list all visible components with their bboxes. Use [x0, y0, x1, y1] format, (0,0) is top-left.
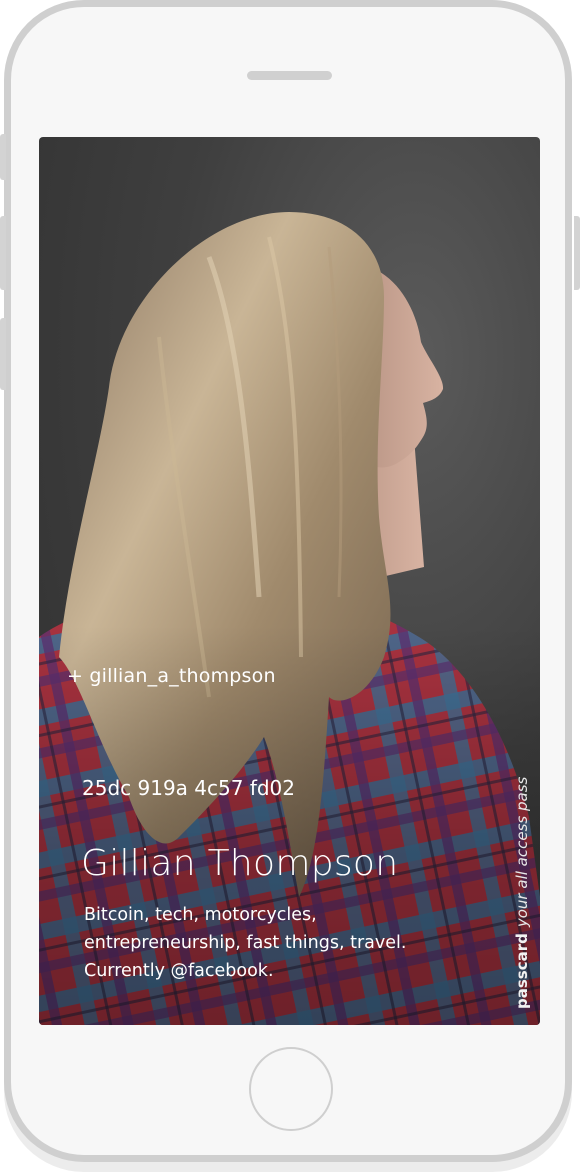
power-button — [574, 216, 580, 290]
pass-code: 25dc 919a 4c57 fd02 — [82, 776, 295, 800]
volume-up-button — [0, 216, 6, 290]
volume-down-button — [0, 318, 6, 390]
profile-name: Gillian Thompson — [81, 843, 399, 884]
brand-label: passcard your all access pass — [513, 777, 531, 1009]
profile-card: + gillian_a_thompson 25dc 919a 4c57 fd02… — [39, 137, 540, 1025]
profile-bio: Bitcoin, tech, motorcycles, entrepreneur… — [84, 905, 407, 981]
photo-overlay — [39, 137, 540, 1025]
brand-name: passcard — [513, 933, 531, 1009]
earpiece-speaker — [247, 71, 332, 80]
home-button[interactable] — [249, 1047, 333, 1131]
follow-handle-link[interactable]: + gillian_a_thompson — [67, 665, 276, 687]
brand-tagline: your all access pass — [513, 776, 531, 928]
mute-switch — [0, 134, 6, 180]
